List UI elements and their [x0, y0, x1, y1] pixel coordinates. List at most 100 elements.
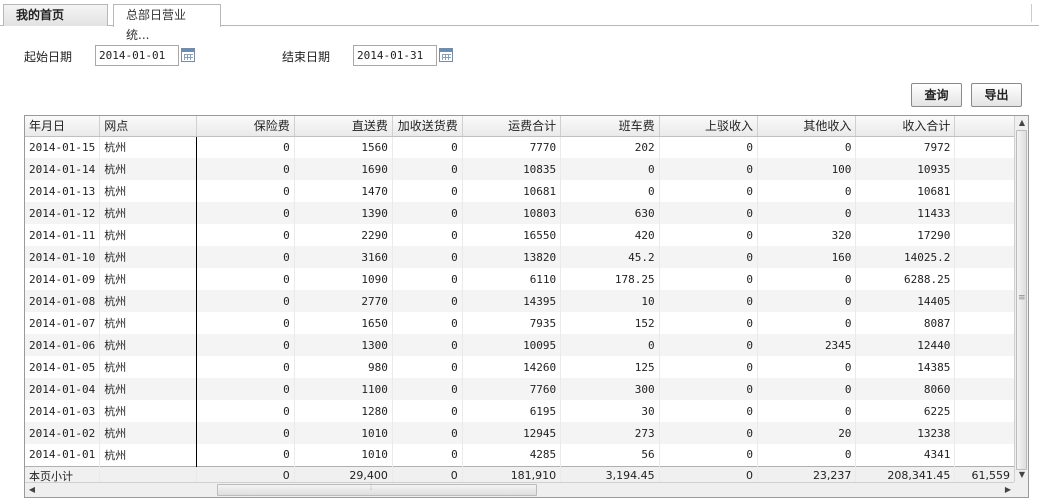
table-cell: 2014-01-04: [25, 378, 101, 400]
table-cell: 30: [560, 400, 660, 422]
tab-home[interactable]: 我的首页: [3, 4, 108, 26]
subtotal-label: 本页小计: [25, 465, 101, 482]
table-cell: 0: [392, 158, 463, 180]
end-date-input[interactable]: [353, 45, 437, 66]
horizontal-scroll-thumb[interactable]: [217, 483, 537, 496]
table-row[interactable]: 2014-01-10 杭州 0 3160 0 13820 45.2 0 160 14025.2: [25, 246, 1015, 268]
vertical-scroll-thumb[interactable]: [1016, 130, 1027, 470]
column-header[interactable]: 收入合计: [855, 116, 956, 137]
column-header[interactable]: 上驳收入: [659, 116, 759, 137]
scroll-down-icon[interactable]: ▼: [1015, 468, 1028, 482]
table-row[interactable]: 2014-01-12 杭州 0 1390 0 10803 630 0 0 11433: [25, 202, 1015, 224]
table-cell: 160: [757, 246, 857, 268]
table-row[interactable]: 2014-01-05 杭州 0 980 0 14260 125 0 0 14385: [25, 356, 1015, 378]
table-cell: 12440: [855, 334, 956, 356]
table-cell: 0: [659, 290, 759, 312]
subtotal-cell: 0: [196, 465, 295, 482]
table-cell: 0: [392, 246, 463, 268]
table-cell: 2014-01-05: [25, 356, 101, 378]
table-cell: 0: [196, 158, 295, 180]
column-header[interactable]: 运费合计: [462, 116, 562, 137]
export-button[interactable]: 导出: [971, 83, 1022, 107]
start-date-input[interactable]: [95, 45, 179, 66]
scroll-up-icon[interactable]: ▲: [1015, 116, 1028, 130]
table-cell: 0: [659, 400, 759, 422]
table-row[interactable]: 2014-01-13 杭州 0 1470 0 10681 0 0 0 10681: [25, 180, 1015, 202]
table-row[interactable]: 2014-01-07 杭州 0 1650 0 7935 152 0 0 8087: [25, 312, 1015, 334]
table-row[interactable]: 2014-01-06 杭州 0 1300 0 10095 0 0 2345 12440: [25, 334, 1015, 356]
table-cell: 杭州: [99, 378, 197, 400]
table-cell: 杭州: [99, 400, 197, 422]
table-cell: 0: [196, 268, 295, 290]
table-cell: 2014-01-11: [25, 224, 101, 246]
table-cell: 320: [757, 224, 857, 246]
table-row[interactable]: 2014-01-08 杭州 0 2770 0 14395 10 0 0 14405: [25, 290, 1015, 312]
end-calendar-icon[interactable]: [439, 48, 453, 62]
table-cell: 1560: [294, 136, 393, 158]
start-calendar-icon[interactable]: [181, 48, 195, 62]
table-cell: 10935: [855, 158, 956, 180]
table-footer-row: 本页小计 0 29,400 0 181,910 3,194.45 0 23,237 208,34…: [25, 465, 1015, 482]
table-cell: 0: [392, 224, 463, 246]
table-cell: 14385: [855, 356, 956, 378]
table-cell: 杭州: [99, 290, 197, 312]
table-cell: 420: [560, 224, 660, 246]
table-cell: 1690: [294, 158, 393, 180]
table-cell: 0: [392, 444, 463, 466]
table-cell: 0: [196, 290, 295, 312]
table-cell: 0: [659, 422, 759, 444]
table-row[interactable]: 2014-01-02 杭州 0 1010 0 12945 273 0 20 13238: [25, 422, 1015, 444]
subtotal-cell: 29,400: [294, 465, 393, 482]
table-cell: 3160: [294, 246, 393, 268]
table-cell: 0: [757, 268, 857, 290]
table-cell: 0: [757, 136, 857, 158]
table-row[interactable]: 2014-01-15 杭州 0 1560 0 7770 202 0 0 7972: [25, 136, 1015, 158]
horizontal-scrollbar[interactable]: ◀ ▶: [25, 482, 1015, 497]
column-header[interactable]: 其他收入: [757, 116, 857, 137]
column-header[interactable]: 年月日: [25, 116, 101, 137]
table-cell: 0: [659, 378, 759, 400]
table-cell: 0: [196, 378, 295, 400]
table-cell: 1280: [294, 400, 393, 422]
table-cell: 0: [196, 246, 295, 268]
table-cell: 0: [392, 378, 463, 400]
table-cell: 0: [392, 136, 463, 158]
column-header[interactable]: 保险费: [196, 116, 295, 137]
table-row[interactable]: 2014-01-09 杭州 0 1090 0 6110 178.25 0 0 6288.25: [25, 268, 1015, 290]
vertical-scrollbar[interactable]: ▲ ▼: [1014, 116, 1028, 482]
table-cell: 20: [757, 422, 857, 444]
table-cell-empty: [954, 422, 1015, 444]
table-cell: 2014-01-12: [25, 202, 101, 224]
table-cell: 273: [560, 422, 660, 444]
table-cell: 100: [757, 158, 857, 180]
table-cell: 10095: [462, 334, 562, 356]
table-cell: 2014-01-07: [25, 312, 101, 334]
table-row[interactable]: 2014-01-04 杭州 0 1100 0 7760 300 0 0 8060: [25, 378, 1015, 400]
table-cell: 0: [757, 444, 857, 466]
table-cell: 630: [560, 202, 660, 224]
table-row[interactable]: 2014-01-14 杭州 0 1690 0 10835 0 0 100 10935: [25, 158, 1015, 180]
column-header[interactable]: 加收送货费: [392, 116, 463, 137]
table-row[interactable]: 2014-01-11 杭州 0 2290 0 16550 420 0 320 17290: [25, 224, 1015, 246]
column-header[interactable]: [954, 116, 1015, 137]
revenue-table: 年月日 网点 保险费 直送费 加收送货费 运费合计 班车费 上驳收入 其他收入 收入合计 2014…: [25, 116, 1015, 482]
tab-daily-revenue-stats[interactable]: 总部日营业统...: [113, 4, 221, 42]
table-cell-empty: [954, 268, 1015, 290]
table-row[interactable]: 2014-01-03 杭州 0 1280 0 6195 30 0 0 6225: [25, 400, 1015, 422]
subtotal-cell: 208,341.45: [855, 465, 956, 482]
table-row[interactable]: 2014-01-01 杭州 0 1010 0 4285 56 0 0 4341: [25, 444, 1015, 466]
scroll-left-icon[interactable]: ◀: [25, 483, 39, 497]
table-cell: 0: [757, 180, 857, 202]
table-cell: 0: [392, 268, 463, 290]
query-button[interactable]: 查询: [911, 83, 962, 107]
subtotal-cell: [99, 465, 197, 482]
column-header[interactable]: 直送费: [294, 116, 393, 137]
table-cell: 0: [392, 422, 463, 444]
subtotal-cell: 0: [392, 465, 463, 482]
table-cell: 2014-01-15: [25, 136, 101, 158]
scroll-right-icon[interactable]: ▶: [1001, 483, 1015, 497]
table-cell: 0: [392, 400, 463, 422]
column-header[interactable]: 网点: [99, 116, 197, 137]
table-cell: 2014-01-10: [25, 246, 101, 268]
column-header[interactable]: 班车费: [560, 116, 660, 137]
